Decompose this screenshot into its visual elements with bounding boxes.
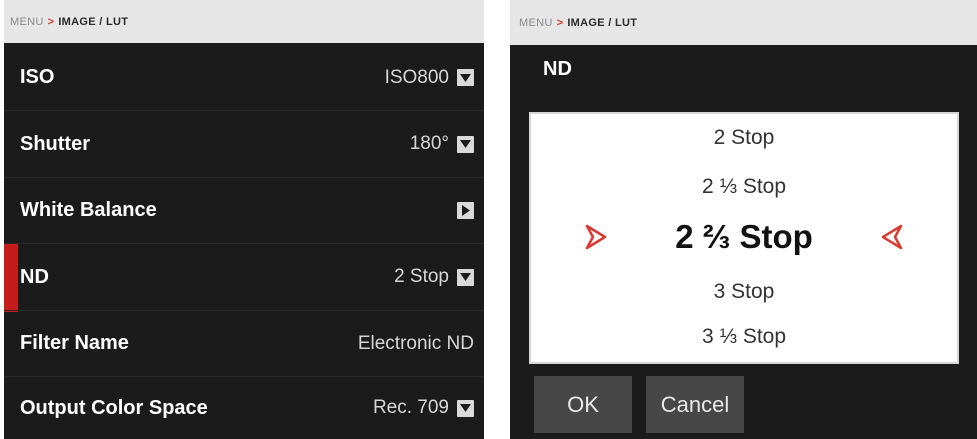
chevron-down-icon[interactable]: [457, 69, 474, 86]
breadcrumb-root[interactable]: MENU: [10, 16, 44, 28]
menu-row-iso[interactable]: ISO ISO800: [4, 45, 484, 111]
row-label: Filter Name: [20, 332, 129, 354]
output-color-space-value: Rec. 709: [372, 397, 449, 418]
breadcrumb-current: IMAGE / LUT: [58, 15, 129, 28]
row-value: [457, 202, 474, 219]
image-lut-menu-panel: MENU > IMAGE / LUT ISO ISO800 Shutter 18…: [4, 0, 484, 439]
menu-row-output-color-space[interactable]: Output Color Space Rec. 709: [4, 377, 484, 439]
breadcrumb-current: IMAGE / LUT: [567, 16, 638, 29]
breadcrumb: MENU > IMAGE / LUT: [510, 0, 977, 45]
breadcrumb-separator: >: [556, 16, 564, 29]
iso-value: ISO800: [384, 66, 449, 88]
menu-row-nd[interactable]: ND 2 Stop: [4, 244, 484, 311]
picker-option[interactable]: 2 Stop: [531, 126, 957, 150]
row-label: Output Color Space: [20, 396, 208, 419]
row-value: ISO800: [385, 67, 474, 89]
breadcrumb-separator: >: [47, 15, 55, 28]
menu-row-shutter[interactable]: Shutter 180°: [4, 111, 484, 178]
row-value: Rec. 709: [373, 397, 474, 419]
nd-picker-panel: MENU > IMAGE / LUT ND 2 Stop 2 ⅓ Stop 2 …: [510, 0, 977, 439]
menu-row-filter-name: Filter Name Electronic ND: [4, 311, 484, 377]
chevron-down-icon[interactable]: [457, 135, 474, 153]
row-value: Electronic ND: [358, 333, 474, 355]
breadcrumb: MENU > IMAGE / LUT: [4, 0, 484, 43]
chevron-right-icon[interactable]: [457, 202, 474, 219]
picker-option[interactable]: 3 Stop: [531, 280, 957, 304]
row-value: 180°: [410, 133, 474, 155]
arrow-left-icon: [881, 224, 903, 250]
row-label: ND: [20, 265, 49, 288]
nd-value: 2 Stop: [394, 266, 449, 287]
row-label: White Balance: [20, 199, 157, 221]
picker-option[interactable]: 2 ⅓ Stop: [531, 175, 957, 199]
cancel-button[interactable]: Cancel: [646, 376, 744, 433]
shutter-value: 180°: [409, 133, 449, 154]
ok-button[interactable]: OK: [534, 376, 632, 433]
chevron-down-icon[interactable]: [457, 399, 474, 417]
breadcrumb-root[interactable]: MENU: [519, 17, 553, 29]
row-label: ISO: [20, 66, 55, 88]
row-value: 2 Stop: [394, 266, 474, 288]
nd-value-picker[interactable]: 2 Stop 2 ⅓ Stop 2 ⅔ Stop 3 Stop 3 ⅓ Stop: [529, 112, 959, 364]
picker-title: ND: [543, 58, 572, 80]
row-label: Shutter: [20, 132, 90, 155]
filter-name-value: Electronic ND: [357, 332, 474, 354]
chevron-down-icon[interactable]: [457, 268, 474, 286]
menu-row-white-balance[interactable]: White Balance: [4, 178, 484, 244]
picker-option[interactable]: 3 ⅓ Stop: [531, 325, 957, 349]
